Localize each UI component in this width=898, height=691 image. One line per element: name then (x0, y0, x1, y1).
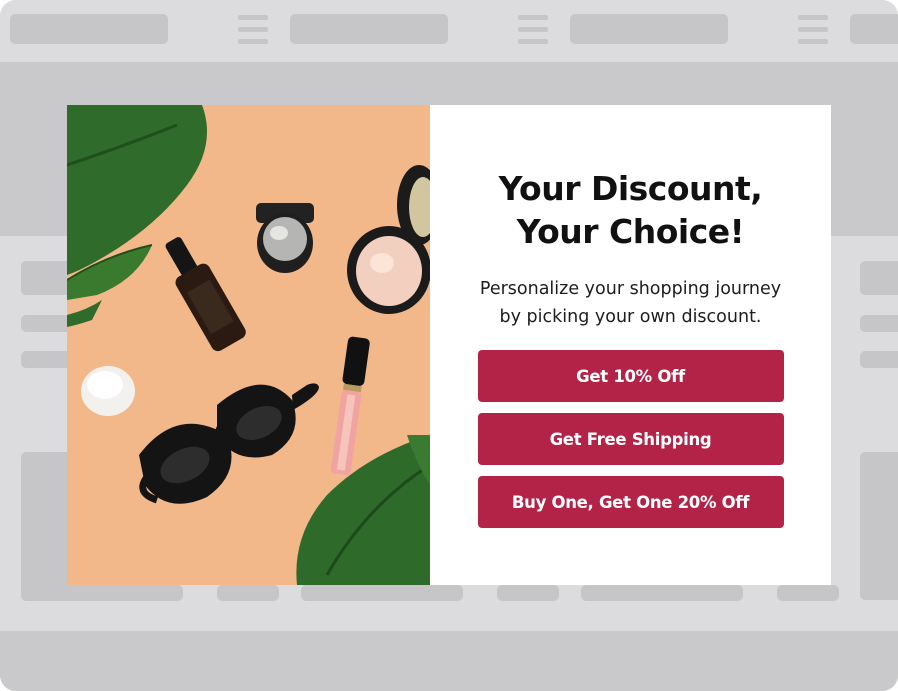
text-placeholder (217, 585, 279, 601)
nav-placeholder-1 (10, 14, 168, 44)
hamburger-icon (518, 15, 548, 45)
text-placeholder (21, 585, 183, 601)
product-photo (67, 105, 430, 585)
nav-placeholder-4 (850, 14, 898, 44)
text-placeholder (860, 261, 898, 295)
subtext-line-2: by picking your own discount. (499, 307, 762, 327)
footer-skeleton (0, 631, 898, 691)
cosmetics-flatlay-image (67, 105, 430, 585)
text-placeholder (497, 585, 559, 601)
hamburger-icon (798, 15, 828, 45)
discount-popup: Your Discount, Your Choice! Personalize … (67, 105, 831, 585)
subtext-line-1: Personalize your shopping journey (479, 279, 782, 299)
discount-options: Get 10% Off Get Free Shipping Buy One, G… (477, 350, 784, 528)
text-placeholder (581, 585, 743, 601)
card-placeholder (860, 452, 898, 600)
popup-content: Your Discount, Your Choice! Personalize … (430, 105, 831, 585)
browser-frame: Your Discount, Your Choice! Personalize … (0, 0, 898, 691)
nav-placeholder-2 (290, 14, 448, 44)
text-placeholder (860, 315, 898, 332)
nav-skeleton (0, 0, 898, 62)
get-10-percent-off-button[interactable]: Get 10% Off (477, 350, 784, 402)
text-placeholder (777, 585, 839, 601)
bogo-20-percent-off-button[interactable]: Buy One, Get One 20% Off (477, 476, 784, 528)
headline-line-2: Your Choice! (516, 212, 745, 251)
headline-line-1: Your Discount, (498, 169, 763, 208)
get-free-shipping-button[interactable]: Get Free Shipping (477, 413, 784, 465)
text-placeholder (860, 351, 898, 368)
nav-placeholder-3 (570, 14, 728, 44)
popup-headline: Your Discount, Your Choice! (499, 167, 763, 253)
popup-subtext: Personalize your shopping journey by pic… (461, 275, 801, 331)
text-placeholder (301, 585, 463, 601)
hamburger-icon (238, 15, 268, 45)
